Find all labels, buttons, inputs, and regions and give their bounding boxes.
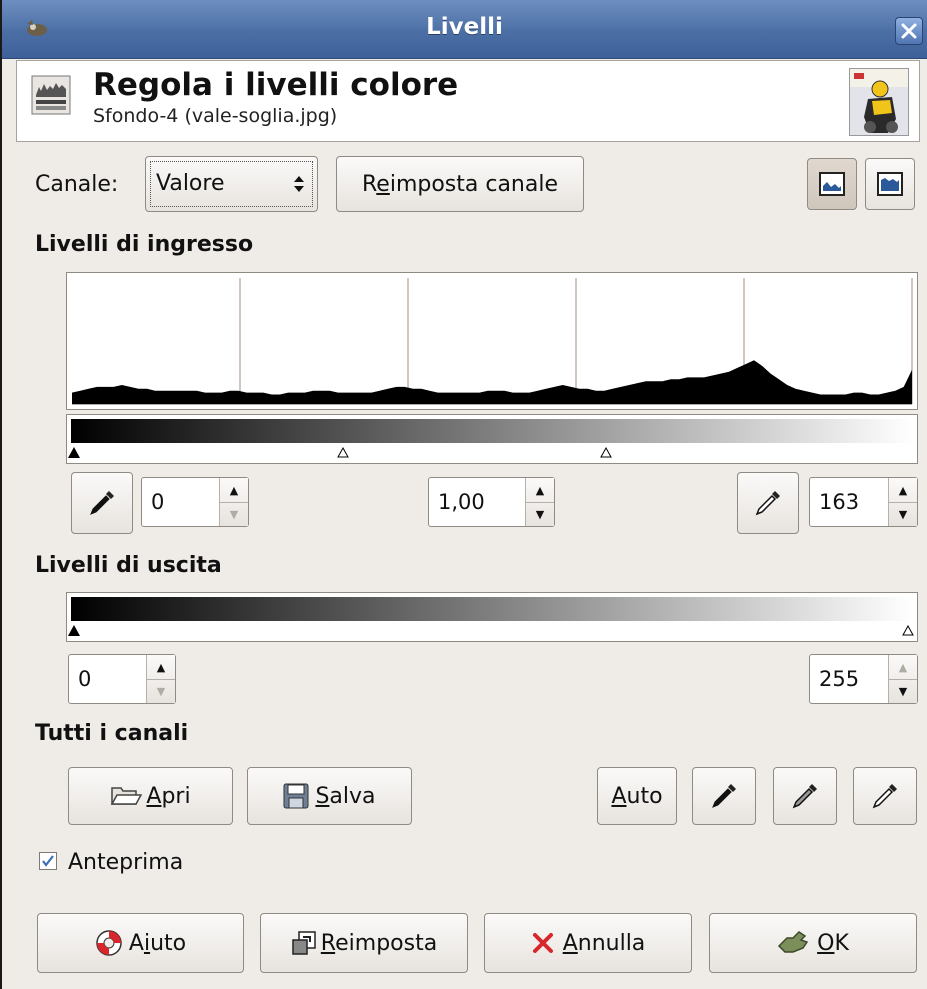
output-low-value: 0 [78,667,92,691]
input-gradient [71,419,913,443]
pick-black-point-button[interactable] [71,472,133,534]
close-button[interactable] [895,17,923,45]
updown-icon [294,176,304,192]
title-bar[interactable]: Livelli [2,0,927,59]
input-low-spinner[interactable]: 0 ▲ ▼ [141,477,249,527]
increment-button[interactable]: ▲ [889,655,917,680]
close-icon [901,23,917,39]
auto-button[interactable]: Auto [597,767,677,825]
output-high-value: 255 [819,667,860,691]
open-label: Apri [146,783,191,809]
pick-black-button[interactable] [692,767,756,825]
pick-gray-button[interactable] [773,767,837,825]
input-levels-slider[interactable] [66,414,918,464]
decrement-button[interactable]: ▼ [220,502,248,526]
save-button[interactable]: Salva [247,767,412,825]
cancel-button[interactable]: Annulla [484,913,692,973]
pick-white-button[interactable] [853,767,917,825]
window-title: Livelli [426,14,503,40]
decrement-button[interactable]: ▼ [147,679,175,703]
input-low-handle[interactable] [68,447,80,458]
ok-button[interactable]: OK [709,913,917,973]
input-gamma-spinner[interactable]: 1,00 ▲ ▼ [428,477,555,527]
eyedropper-white-icon [755,491,780,516]
ok-label: OK [817,930,849,956]
channel-select[interactable]: Valore [145,156,318,212]
image-thumbnail [849,68,909,136]
help-button[interactable]: Aiuto [37,913,244,973]
decrement-button[interactable]: ▼ [889,679,917,703]
eyedropper-white-icon [872,784,897,809]
log-histogram-toggle[interactable] [865,158,915,210]
increment-button[interactable]: ▲ [889,478,917,503]
checkmark-icon [42,855,54,867]
reset-label: Reimposta [320,930,438,956]
output-high-spinner[interactable]: 255 ▲ ▼ [809,654,918,704]
reset-channel-label: Reimposta canale [361,171,559,197]
preview-label: Anteprima [68,850,184,875]
pick-white-point-button[interactable] [737,472,799,534]
histogram-curve [72,360,912,404]
input-levels-title: Livelli di ingresso [35,232,254,257]
input-high-handle[interactable] [600,447,612,458]
input-gamma-handle[interactable] [337,447,349,458]
histogram [66,272,918,410]
channel-label: Canale: [35,172,119,197]
eyedropper-black-icon [90,491,114,515]
eyedropper-black-icon [712,784,736,808]
auto-label: Auto [611,783,663,809]
input-low-value: 0 [151,490,165,514]
input-gamma-value: 1,00 [438,490,485,514]
all-channels-title: Tutti i canali [35,721,189,746]
reset-button[interactable]: Reimposta [260,913,468,973]
output-levels-title: Livelli di uscita [35,553,222,578]
increment-button[interactable]: ▲ [220,478,248,503]
ok-hand-icon [778,931,809,953]
help-label: Aiuto [128,930,187,956]
decrement-button[interactable]: ▼ [889,502,917,526]
input-high-spinner[interactable]: 163 ▲ ▼ [809,477,918,527]
output-low-handle[interactable] [68,625,80,636]
channel-value: Valore [156,171,225,196]
output-levels-slider[interactable] [66,592,918,642]
dialog-heading: Regola i livelli colore [93,67,459,103]
floppy-disk-icon [283,783,309,809]
open-button[interactable]: Apri [68,767,233,825]
input-high-value: 163 [819,490,860,514]
histogram-plot [72,278,913,405]
preview-checkbox[interactable] [39,852,57,870]
linear-histogram-toggle[interactable] [807,158,857,210]
folder-open-icon [111,787,143,805]
levels-dialog: Livelli Regola i livelli colore Sfondo-4… [0,0,927,989]
decrement-button[interactable]: ▼ [526,502,554,526]
log-histogram-icon [877,172,903,196]
cancel-label: Annulla [562,930,646,956]
reset-channel-button[interactable]: Reimposta canale [336,156,584,212]
linear-histogram-icon [819,172,845,196]
eyedropper-gray-icon [792,784,817,809]
lifebuoy-icon [96,930,122,956]
dialog-header: Regola i livelli colore Sfondo-4 (vale-s… [16,60,920,142]
revert-icon [292,931,316,955]
increment-button[interactable]: ▲ [147,655,175,680]
save-label: Salva [315,783,376,809]
output-high-handle[interactable] [902,625,914,636]
levels-icon [31,75,71,115]
output-low-spinner[interactable]: 0 ▲ ▼ [68,654,176,704]
output-gradient [71,597,913,621]
cancel-icon [532,933,553,953]
dialog-subheading: Sfondo-4 (vale-soglia.jpg) [93,105,338,127]
increment-button[interactable]: ▲ [526,478,554,503]
